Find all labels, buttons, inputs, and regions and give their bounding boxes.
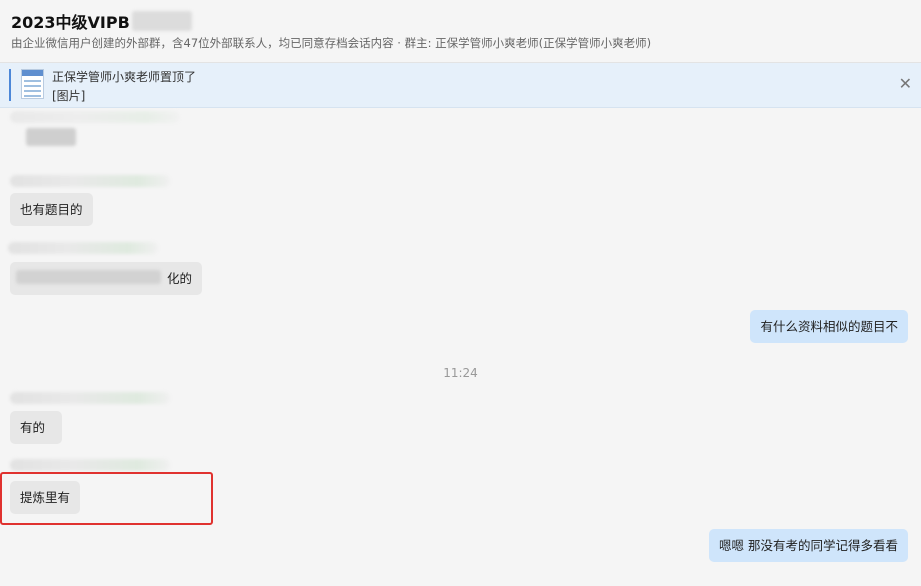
time-divider: 11:24: [443, 366, 478, 380]
redacted-title: [131, 11, 192, 31]
sender-name-redacted: [10, 111, 180, 123]
message-bubble[interactable]: 化的: [10, 262, 202, 295]
pinned-accent-bar: [9, 69, 11, 101]
message-bubble[interactable]: 有的: [10, 411, 62, 444]
group-title-text: 2023中级VIPB: [11, 13, 130, 32]
pinned-message-bar[interactable]: 正保学管师小爽老师置顶了 [图片] ✕: [0, 63, 921, 108]
redacted-message: [16, 270, 161, 284]
message-text: 也有题目的: [20, 202, 83, 217]
pinned-title: 正保学管师小爽老师置顶了: [52, 70, 197, 84]
sender-name-redacted: [10, 392, 170, 404]
pinned-content: [图片]: [52, 89, 86, 103]
message-bubble[interactable]: 也有题目的: [10, 193, 93, 226]
group-title[interactable]: 2023中级VIPB: [11, 9, 192, 33]
redacted-message: [26, 128, 76, 146]
message-text: 化的: [166, 271, 192, 286]
sender-name-redacted: [8, 242, 158, 254]
message-text: 有什么资料相似的题目不: [760, 319, 898, 334]
message-text: 嗯嗯 那没有考的同学记得多看看: [719, 538, 898, 553]
close-icon[interactable]: ✕: [899, 76, 912, 92]
message-text: 有的: [20, 420, 46, 435]
highlight-box: [0, 472, 213, 525]
image-thumbnail-icon[interactable]: [21, 69, 44, 99]
group-subtitle: 由企业微信用户创建的外部群，含47位外部联系人，均已同意存档会话内容 · 群主:…: [11, 36, 652, 50]
chat-header: 2023中级VIPB 由企业微信用户创建的外部群，含47位外部联系人，均已同意存…: [0, 0, 921, 63]
message-bubble-mine[interactable]: 有什么资料相似的题目不: [750, 310, 908, 343]
sender-name-redacted: [10, 459, 170, 471]
message-bubble-mine[interactable]: 嗯嗯 那没有考的同学记得多看看: [709, 529, 908, 562]
sender-name-redacted: [10, 175, 170, 187]
